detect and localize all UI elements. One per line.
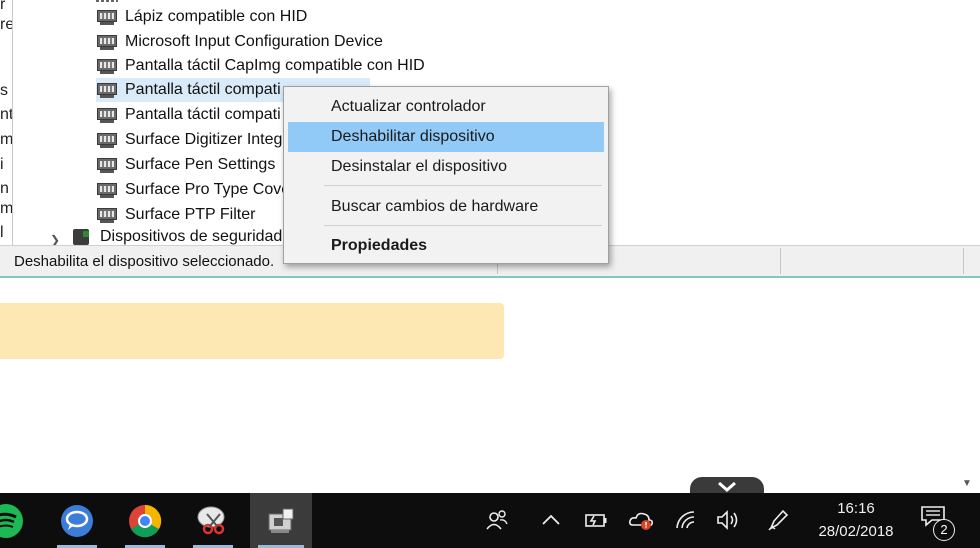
chevron-down-icon <box>718 481 736 492</box>
security-device-icon <box>73 229 89 245</box>
tree-item-device[interactable]: Lápiz compatible con HID <box>96 5 307 29</box>
hid-device-icon <box>96 106 118 124</box>
tree-item-device[interactable]: Pantalla táctil CapImg compatible con HI… <box>96 54 425 78</box>
hid-device-icon <box>96 57 118 75</box>
taskbar-app-device-manager[interactable] <box>250 493 312 548</box>
tree-item-device[interactable]: Surface Pen Settings <box>96 153 275 177</box>
status-divider <box>963 248 964 274</box>
taskbar-app-snipping[interactable] <box>185 493 241 548</box>
left-edge-text: m <box>0 200 13 217</box>
pen-icon[interactable] <box>763 505 793 535</box>
window-border <box>0 276 980 278</box>
wifi-icon[interactable] <box>671 505 701 535</box>
left-edge-text: l <box>0 224 4 241</box>
tree-item-label: Lápiz compatible con HID <box>125 8 308 25</box>
left-edge-text: m <box>0 131 13 148</box>
taskbar-clock[interactable]: 16:16 28/02/2018 <box>806 497 906 543</box>
tree-item-device[interactable]: Surface Digitizer Integ <box>96 128 282 152</box>
clock-time: 16:16 <box>837 500 875 517</box>
left-edge-text: r <box>0 0 6 13</box>
device-manager-icon <box>268 508 294 533</box>
menu-item-label: Deshabilitar dispositivo <box>331 128 495 145</box>
hid-device-icon <box>96 156 118 174</box>
taskbar-app-spotify[interactable] <box>0 493 34 548</box>
status-divider <box>780 248 781 274</box>
device-icon-partial <box>96 0 118 2</box>
chat-app-icon <box>61 504 93 537</box>
tree-item-label: Surface Pen Settings <box>125 156 276 173</box>
hid-device-icon <box>96 8 118 26</box>
menu-item-label: Propiedades <box>331 237 428 254</box>
menu-separator <box>324 225 602 226</box>
notification-count-badge: 2 <box>933 519 955 541</box>
tree-item-label: Surface Digitizer Integ <box>125 131 283 148</box>
left-pane-edge: r re s nt m i n m l <box>0 0 13 245</box>
snipping-tool-icon <box>197 506 225 534</box>
status-text: Deshabilita el dispositivo seleccionado. <box>14 253 275 270</box>
menu-item-label: Desinstalar el dispositivo <box>331 158 508 175</box>
menu-item-scan-hardware[interactable]: Buscar cambios de hardware <box>288 192 604 222</box>
menu-item-label: Buscar cambios de hardware <box>331 198 539 215</box>
taskbar-app-chat[interactable] <box>49 493 105 548</box>
notice-banner <box>0 303 504 359</box>
menu-item-uninstall-device[interactable]: Desinstalar el dispositivo <box>288 152 604 182</box>
volume-icon[interactable] <box>713 505 743 535</box>
chevron-up-icon[interactable] <box>536 505 566 535</box>
context-menu: Actualizar controlador Deshabilitar disp… <box>283 86 609 264</box>
hid-device-icon <box>96 206 118 224</box>
tree-item-label: Pantalla táctil compati <box>125 106 281 123</box>
hid-device-icon <box>96 181 118 199</box>
taskbar-app-chrome[interactable] <box>117 493 173 548</box>
battery-icon[interactable] <box>581 505 611 535</box>
tree-category-label: Dispositivos de seguridad <box>100 228 283 245</box>
clock-date: 28/02/2018 <box>818 523 894 540</box>
tree-item-label: Surface PTP Filter <box>125 206 256 223</box>
scroll-down-arrow-icon[interactable]: ▼ <box>962 478 972 489</box>
left-edge-text: re <box>0 16 13 33</box>
left-edge-text: n <box>0 180 9 197</box>
tree-item-label: Pantalla táctil CapImg compatible con HI… <box>125 57 425 74</box>
tree-item-device[interactable]: Surface Pro Type Cove <box>96 178 290 202</box>
menu-separator <box>324 185 602 186</box>
tree-item-label: Surface Pro Type Cove <box>125 181 291 198</box>
hid-device-icon <box>96 33 118 51</box>
left-edge-text: i <box>0 156 4 173</box>
tree-item-device[interactable]: Surface PTP Filter <box>96 203 255 227</box>
spotify-icon <box>0 503 23 538</box>
chrome-icon <box>129 504 162 537</box>
tree-item-label: Microsoft Input Configuration Device <box>125 33 383 50</box>
taskbar: 16:16 28/02/2018 2 <box>0 493 980 548</box>
menu-item-disable-device[interactable]: Deshabilitar dispositivo <box>288 122 604 152</box>
menu-item-label: Actualizar controlador <box>331 98 486 115</box>
hid-device-icon <box>96 131 118 149</box>
menu-item-update-driver[interactable]: Actualizar controlador <box>288 92 604 122</box>
left-edge-text: nt <box>0 106 13 123</box>
tree-item-label: Pantalla táctil compati <box>125 81 281 99</box>
left-edge-text: s <box>0 82 8 99</box>
people-icon[interactable] <box>482 505 512 535</box>
hid-device-icon <box>96 81 118 99</box>
tree-category-security[interactable]: Dispositivos de seguridad <box>100 228 282 246</box>
tree-item-device[interactable]: Microsoft Input Configuration Device <box>96 30 383 54</box>
menu-item-properties[interactable]: Propiedades <box>288 231 604 261</box>
tree-item-device[interactable]: Pantalla táctil compati <box>96 103 281 127</box>
onedrive-icon[interactable] <box>626 505 656 535</box>
